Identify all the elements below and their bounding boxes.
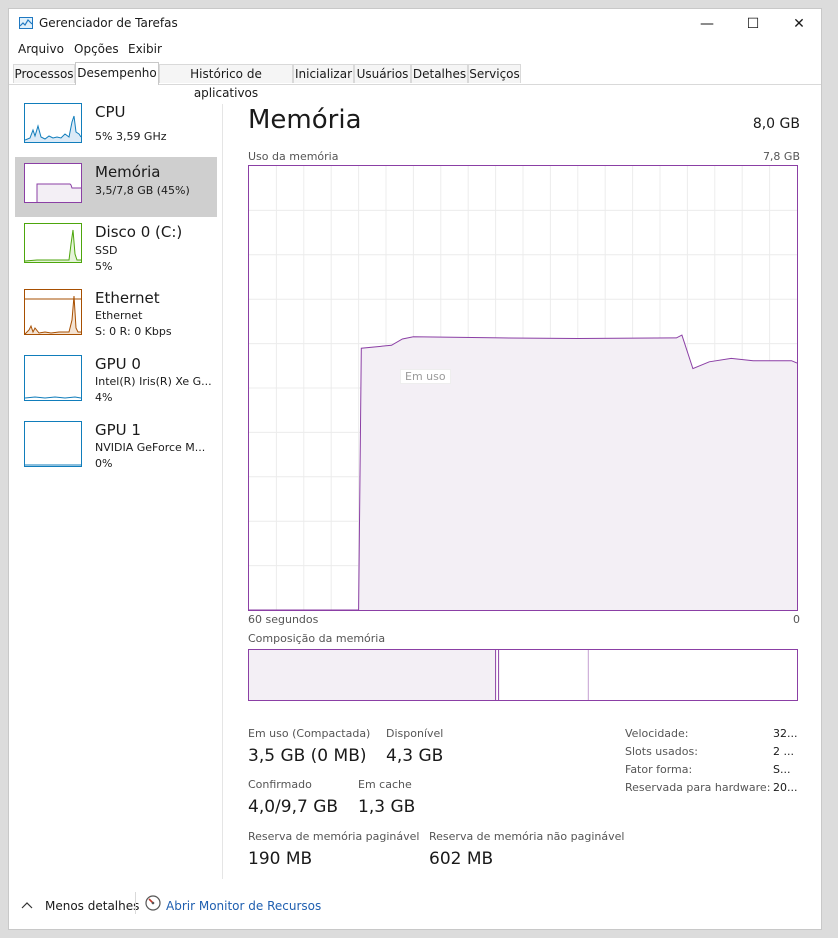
maximize-button[interactable]: ☐ xyxy=(730,9,776,39)
sidebar-item-detail: SSD xyxy=(95,244,118,257)
memory-composition-bar xyxy=(248,649,798,701)
task-manager-app-icon xyxy=(19,17,33,32)
in-use-tooltip: Em uso xyxy=(400,369,451,384)
menu-exibir[interactable]: Exibir xyxy=(128,42,162,56)
sidebar-item-gpu1[interactable]: GPU 1 NVIDIA GeForce M... 0% xyxy=(15,415,217,475)
time-axis-right: 0 xyxy=(793,613,800,626)
sidebar-item-cpu[interactable]: CPU 5% 3,59 GHz xyxy=(15,97,217,157)
in-use-label: Em uso (Compactada) xyxy=(248,727,371,740)
sidebar-item-name: GPU 1 xyxy=(95,421,141,439)
detail-value-form-factor: S... xyxy=(773,763,791,776)
memory-usage-plot xyxy=(249,166,798,611)
cached-label: Em cache xyxy=(358,778,412,791)
detail-key-hw-reserved: Reservada para hardware: xyxy=(625,781,771,794)
window-title: Gerenciador de Tarefas xyxy=(39,16,178,30)
minimize-button[interactable]: — xyxy=(684,9,730,39)
task-manager-window: Gerenciador de Tarefas — ☐ ✕ Arquivo Opç… xyxy=(8,8,822,930)
usage-chart-max: 7,8 GB xyxy=(762,150,800,163)
sidebar-item-memoria[interactable]: Memória 3,5/7,8 GB (45%) xyxy=(15,157,217,217)
detail-key-form-factor: Fator forma: xyxy=(625,763,693,776)
sidebar-item-detail: 3,5/7,8 GB (45%) xyxy=(95,184,190,197)
sidebar-item-detail-2: S: 0 R: 0 Kbps xyxy=(95,325,172,338)
tab-inicializar[interactable]: Inicializar xyxy=(293,64,354,83)
performance-sidebar: CPU 5% 3,59 GHz Memória 3,5/7,8 GB (45%) xyxy=(9,91,221,881)
composition-in-use xyxy=(249,650,496,700)
total-memory: 8,0 GB xyxy=(752,116,800,132)
committed-value: 4,0/9,7 GB xyxy=(248,797,339,817)
sidebar-item-name: CPU xyxy=(95,103,126,121)
tab-bar: Processos Desempenho Histórico de aplica… xyxy=(9,62,821,100)
tab-desempenho[interactable]: Desempenho xyxy=(75,62,159,85)
page-title: Memória xyxy=(248,105,362,135)
sidebar-item-detail-2: 5% xyxy=(95,260,113,273)
nonpaged-pool-label: Reserva de memória não paginável xyxy=(429,830,625,843)
usage-chart-label: Uso da memória xyxy=(248,150,339,163)
sidebar-item-disco[interactable]: Disco 0 (C:) SSD 5% xyxy=(15,217,217,277)
memory-thumbnail-graph xyxy=(24,163,82,203)
cpu-thumbnail-graph xyxy=(24,103,82,143)
footer-bar: Menos detalhes Abrir Monitor de Recursos xyxy=(9,889,821,923)
sidebar-item-name: Memória xyxy=(95,163,161,181)
sidebar-item-detail: 5% 3,59 GHz xyxy=(95,130,167,143)
available-value: 4,3 GB xyxy=(386,746,444,766)
sidebar-item-name: GPU 0 xyxy=(95,355,141,373)
detail-value-slots: 2 ... xyxy=(773,745,794,758)
cached-value: 1,3 GB xyxy=(358,797,416,817)
paged-pool-value: 190 MB xyxy=(248,849,313,869)
sidebar-item-detail-2: 0% xyxy=(95,457,113,470)
resource-monitor-icon xyxy=(145,895,161,914)
menu-opcoes[interactable]: Opções xyxy=(74,42,119,56)
sidebar-item-name: Disco 0 (C:) xyxy=(95,223,183,241)
committed-label: Confirmado xyxy=(248,778,312,791)
sidebar-item-ethernet[interactable]: Ethernet Ethernet S: 0 R: 0 Kbps xyxy=(15,283,217,343)
detail-key-speed: Velocidade: xyxy=(625,727,689,740)
detail-value-hw-reserved: 20... xyxy=(773,781,798,794)
disk-thumbnail-graph xyxy=(24,223,82,263)
chevron-up-icon[interactable] xyxy=(21,898,33,912)
sidebar-item-detail: Intel(R) Iris(R) Xe G... xyxy=(95,375,212,388)
nonpaged-pool-value: 602 MB xyxy=(429,849,494,869)
in-use-value: 3,5 GB (0 MB) xyxy=(248,746,367,766)
sidebar-item-name: Ethernet xyxy=(95,289,160,307)
ethernet-thumbnail-graph xyxy=(24,289,82,335)
close-button[interactable]: ✕ xyxy=(776,9,822,39)
fewer-details-button[interactable]: Menos detalhes xyxy=(45,899,139,913)
tab-usuarios[interactable]: Usuários xyxy=(354,64,411,83)
detail-value-speed: 32... xyxy=(773,727,798,740)
paged-pool-label: Reserva de memória paginável xyxy=(248,830,420,843)
footer-divider xyxy=(135,892,136,914)
available-label: Disponível xyxy=(386,727,444,740)
gpu1-thumbnail-graph xyxy=(24,421,82,467)
composition-label: Composição da memória xyxy=(248,632,386,645)
open-resource-monitor-link[interactable]: Abrir Monitor de Recursos xyxy=(166,899,321,913)
detail-key-slots: Slots usados: xyxy=(625,745,698,758)
sidebar-item-gpu0[interactable]: GPU 0 Intel(R) Iris(R) Xe G... 4% xyxy=(15,349,217,409)
gpu0-thumbnail-graph xyxy=(24,355,82,401)
title-bar: Gerenciador de Tarefas — ☐ ✕ xyxy=(9,9,821,39)
memory-usage-chart xyxy=(248,165,798,611)
tab-processos[interactable]: Processos xyxy=(13,64,75,83)
menu-arquivo[interactable]: Arquivo xyxy=(18,42,64,56)
sidebar-item-detail-2: 4% xyxy=(95,391,113,404)
sidebar-item-detail: Ethernet xyxy=(95,309,143,322)
sidebar-divider xyxy=(222,104,223,879)
time-axis-left: 60 segundos xyxy=(248,613,319,626)
tab-historico[interactable]: Histórico de aplicativos xyxy=(159,64,293,100)
tab-servicos[interactable]: Serviços xyxy=(468,64,521,83)
sidebar-item-detail: NVIDIA GeForce M... xyxy=(95,441,206,454)
tab-detalhes[interactable]: Detalhes xyxy=(411,64,468,83)
memory-composition-plot xyxy=(249,650,589,700)
